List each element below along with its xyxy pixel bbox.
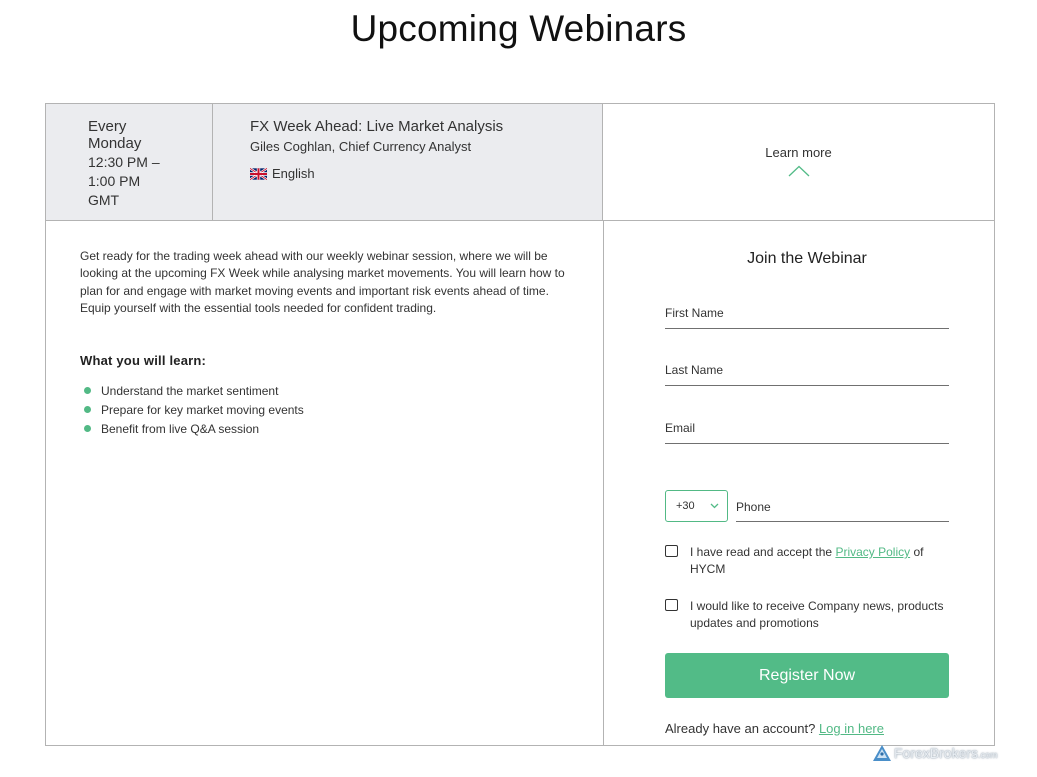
schedule-timezone: GMT xyxy=(88,192,120,208)
email-input[interactable] xyxy=(665,421,949,435)
first-name-field-wrapper xyxy=(665,306,949,329)
login-link[interactable]: Log in here xyxy=(819,721,884,736)
learn-heading: What you will learn: xyxy=(80,353,207,369)
language-row: English xyxy=(250,166,602,181)
privacy-text: I have read and accept the xyxy=(690,545,836,559)
webinar-card: Every Monday 12:30 PM – 1:00 PM GMT FX W… xyxy=(45,103,995,746)
newsletter-consent-row: I would like to receive Company news, pr… xyxy=(665,598,949,632)
privacy-checkbox[interactable] xyxy=(665,545,678,557)
learn-item-text: Benefit from live Q&A session xyxy=(101,421,260,436)
language-label: English xyxy=(272,166,315,181)
schedule-time-range: 12:30 PM – 1:00 PM xyxy=(88,154,160,189)
login-prompt-text: Already have an account? xyxy=(665,721,819,736)
login-prompt: Already have an account? Log in here xyxy=(665,721,949,736)
learn-more-toggle[interactable]: Learn more xyxy=(603,104,994,220)
phone-input[interactable] xyxy=(736,500,949,514)
email-field-wrapper xyxy=(665,421,949,444)
last-name-field-wrapper xyxy=(665,363,949,386)
description-column: Get ready for the trading week ahead wit… xyxy=(46,221,604,745)
country-code-select[interactable]: +30 xyxy=(665,490,728,522)
form-title: Join the Webinar xyxy=(747,250,867,267)
newsletter-label: I would like to receive Company news, pr… xyxy=(690,599,944,630)
schedule-cell: Every Monday 12:30 PM – 1:00 PM GMT xyxy=(46,104,213,220)
registration-form: Join the Webinar +30 xyxy=(604,221,994,745)
register-button[interactable]: Register Now xyxy=(665,653,949,698)
learn-item-text: Understand the market sentiment xyxy=(101,383,279,398)
webinar-description: Get ready for the trading week ahead wit… xyxy=(80,249,565,315)
webinar-header: Every Monday 12:30 PM – 1:00 PM GMT FX W… xyxy=(46,104,994,221)
webinar-title: FX Week Ahead: Live Market Analysis xyxy=(250,118,504,135)
privacy-policy-link[interactable]: Privacy Policy xyxy=(835,545,910,559)
list-item: Prepare for key market moving events xyxy=(80,400,583,419)
bullet-icon xyxy=(84,406,91,414)
privacy-label: I have read and accept the Privacy Polic… xyxy=(690,544,945,578)
learn-list: Understand the market sentiment Prepare … xyxy=(80,381,583,438)
phone-field-wrapper xyxy=(736,493,949,522)
country-code-value: +30 xyxy=(676,500,695,512)
last-name-input[interactable] xyxy=(665,363,949,377)
list-item: Benefit from live Q&A session xyxy=(80,419,583,438)
chevron-down-icon xyxy=(710,503,719,509)
newsletter-checkbox[interactable] xyxy=(665,599,678,611)
bullet-icon xyxy=(84,425,91,433)
bullet-icon xyxy=(84,387,91,395)
uk-flag-icon xyxy=(250,167,267,180)
learn-more-label: Learn more xyxy=(765,145,832,160)
webinar-presenter: Giles Coghlan, Chief Currency Analyst xyxy=(250,139,472,154)
schedule-day: Every Monday xyxy=(88,118,142,152)
page-title: Upcoming Webinars xyxy=(350,8,687,49)
forexbrokers-watermark: ForexBrokers .com xyxy=(873,745,998,761)
phone-row: +30 xyxy=(665,490,949,522)
privacy-consent-row: I have read and accept the Privacy Polic… xyxy=(665,544,949,578)
watermark-suffix: .com xyxy=(978,750,998,760)
learn-item-text: Prepare for key market moving events xyxy=(101,402,304,417)
first-name-input[interactable] xyxy=(665,306,949,320)
webinar-details: Get ready for the trading week ahead wit… xyxy=(46,221,994,745)
watermark-brand: ForexBrokers xyxy=(894,745,979,761)
list-item: Understand the market sentiment xyxy=(80,381,583,400)
webinar-info-cell: FX Week Ahead: Live Market Analysis Gile… xyxy=(213,104,603,220)
chevron-up-icon xyxy=(788,165,809,177)
forexbrokers-logo-icon xyxy=(873,745,891,761)
